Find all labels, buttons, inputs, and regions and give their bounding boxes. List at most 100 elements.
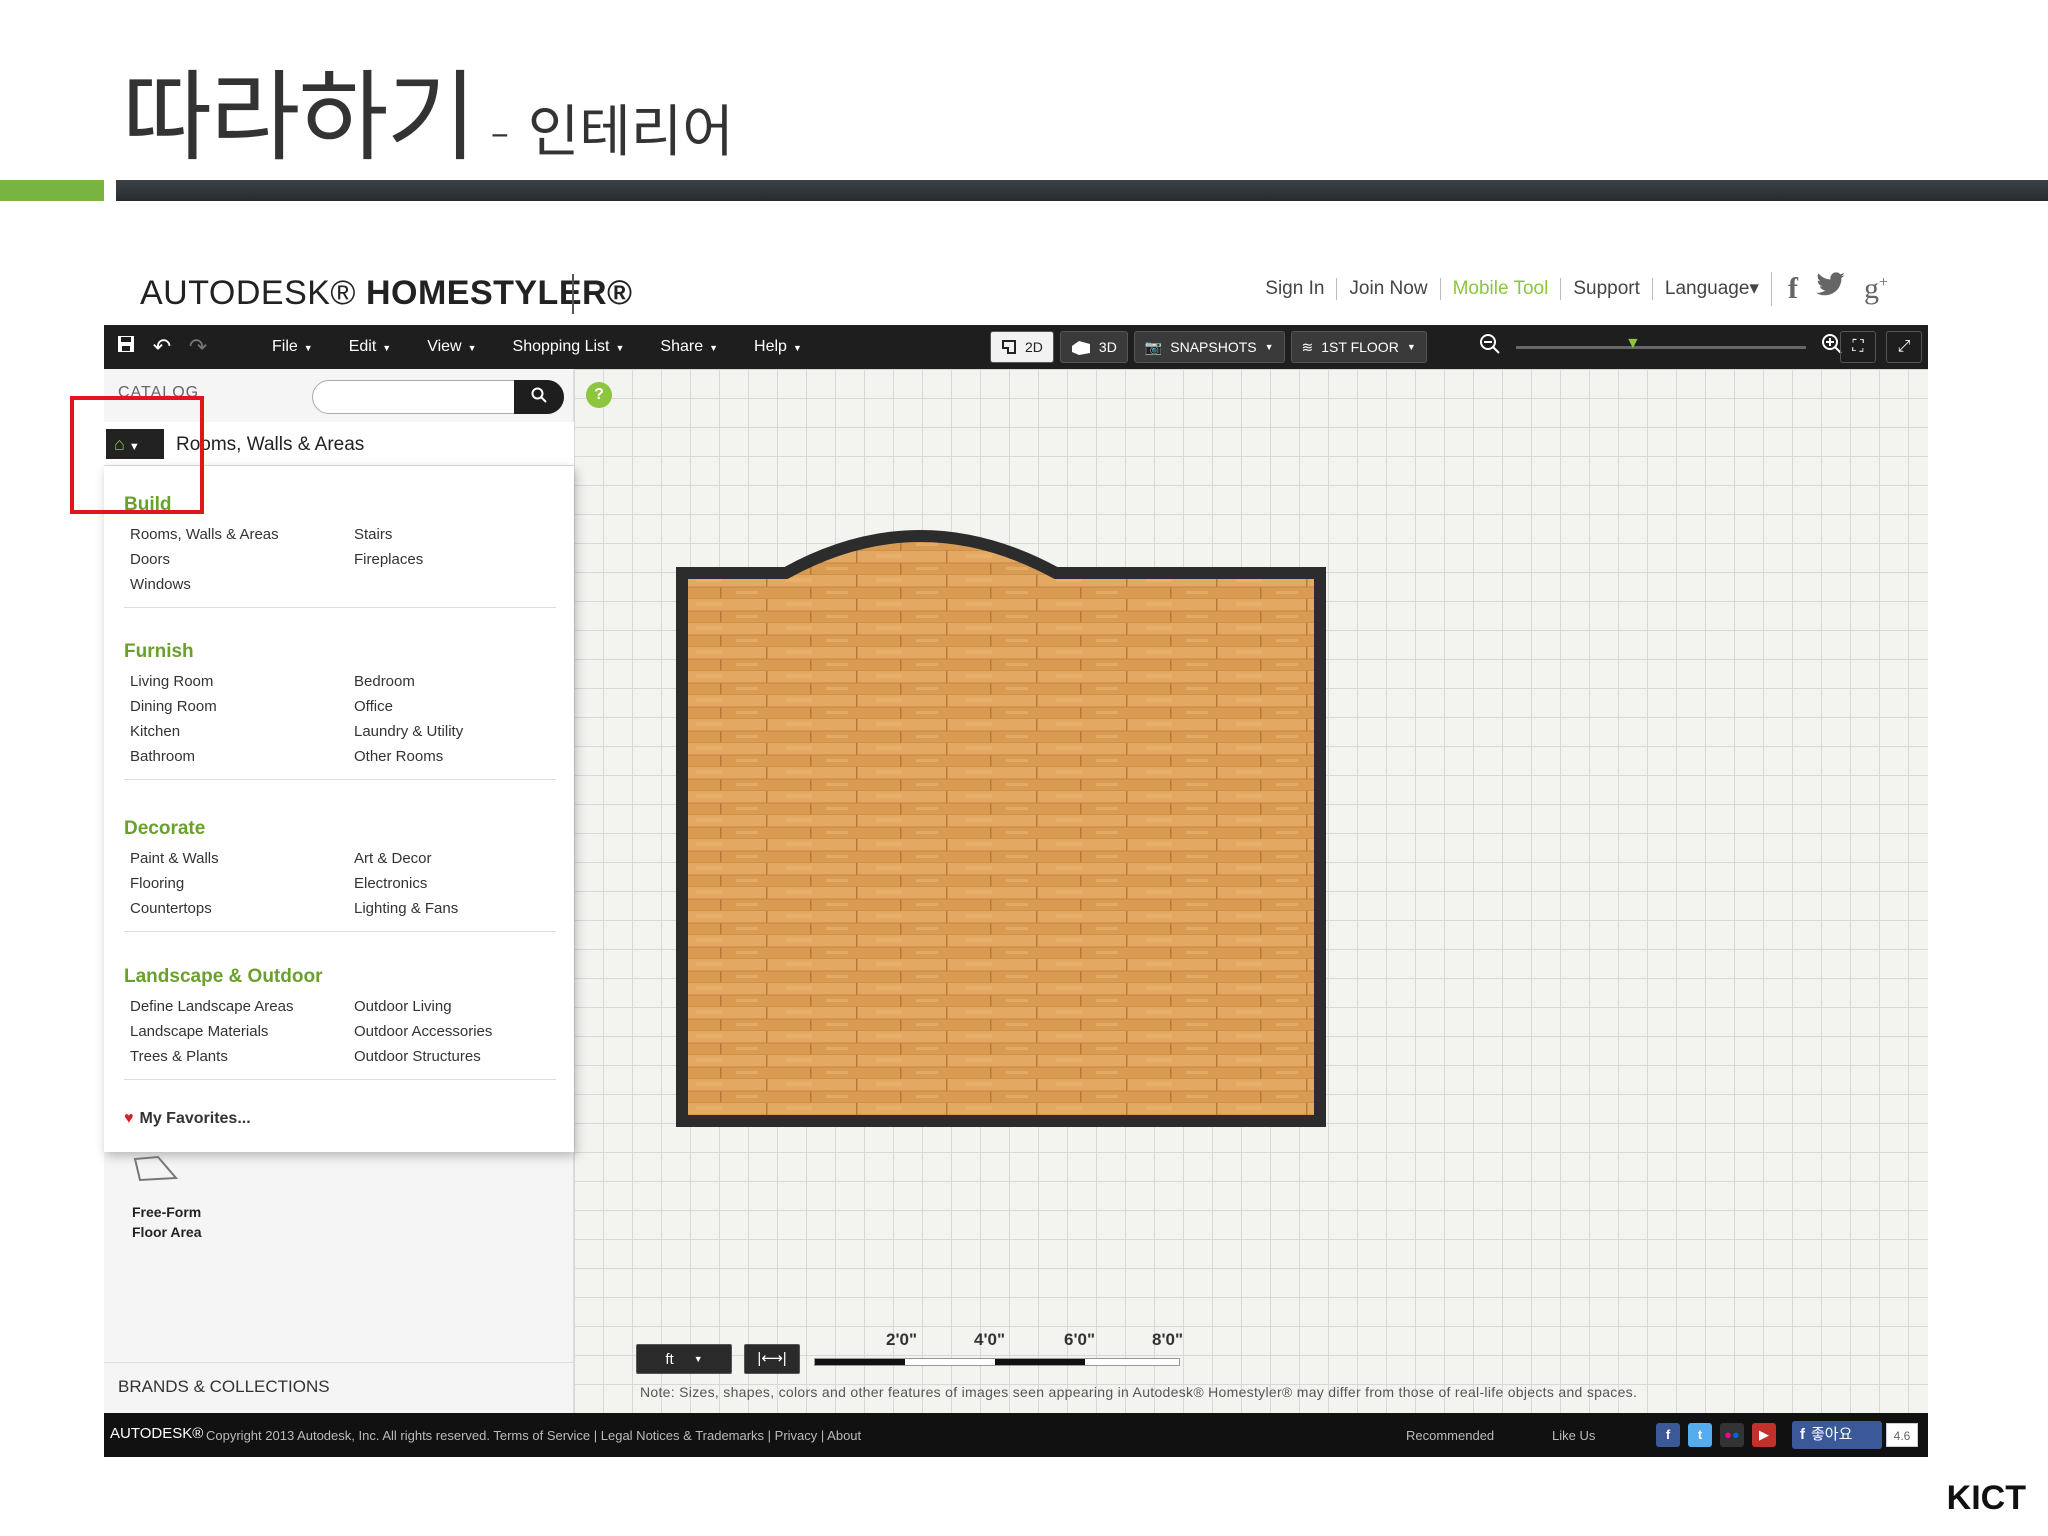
- freeform-label-line2: Floor Area: [132, 1224, 202, 1240]
- zoom-control: ▼: [1474, 331, 1848, 363]
- footer-copyright: Copyright 2013 Autodesk, Inc. All rights…: [206, 1428, 862, 1443]
- category-item[interactable]: Lighting & Fans: [354, 900, 554, 917]
- undo-icon[interactable]: ↶: [148, 333, 176, 361]
- my-favorites-label: My Favorites...: [139, 1110, 251, 1127]
- save-icon[interactable]: [112, 333, 140, 361]
- screen-controls: ⛶ ⤢: [1840, 331, 1922, 363]
- menu-edit-label: Edit: [348, 338, 377, 355]
- slide-title: 따라하기 - 인테리어: [122, 38, 734, 180]
- facebook-like-button[interactable]: f 좋아요: [1792, 1421, 1882, 1449]
- category-item[interactable]: Bathroom: [130, 748, 354, 765]
- zoom-slider[interactable]: ▼: [1516, 335, 1806, 351]
- language-dropdown[interactable]: Language▾: [1651, 278, 1771, 300]
- footer-recommended: Recommended: [1406, 1428, 1495, 1443]
- category-item[interactable]: Define Landscape Areas: [130, 998, 354, 1015]
- snapshots-label: SNAPSHOTS: [1170, 339, 1257, 355]
- ruler-segment: [815, 1359, 905, 1365]
- category-item[interactable]: Outdoor Accessories: [354, 1023, 554, 1040]
- category-item[interactable]: Windows: [130, 576, 354, 593]
- twitter-icon[interactable]: [1815, 272, 1846, 306]
- menu-share[interactable]: Share ▼: [642, 338, 736, 356]
- fit-view-icon[interactable]: ⛶: [1840, 331, 1876, 363]
- fullscreen-icon[interactable]: ⤢: [1886, 331, 1922, 363]
- snapshots-button[interactable]: 📷 SNAPSHOTS ▼: [1133, 331, 1285, 363]
- section-landscape-outdoor: Landscape & Outdoor Define Landscape Are…: [124, 966, 556, 1080]
- menu-help[interactable]: Help ▼: [736, 338, 820, 356]
- house-3d-icon: [1071, 341, 1090, 355]
- scale-label: 2'0": [886, 1330, 918, 1349]
- category-item[interactable]: Office: [354, 698, 554, 715]
- mobile-tool-link[interactable]: Mobile Tool: [1439, 278, 1561, 300]
- section-furnish: Furnish Living Room Bedroom Dining Room …: [124, 641, 556, 780]
- category-item[interactable]: Outdoor Living: [354, 998, 554, 1015]
- brands-collections-tab[interactable]: BRANDS & COLLECTIONS: [104, 1362, 574, 1412]
- floor-label: 1ST FLOOR: [1321, 339, 1399, 355]
- view-3d-label: 3D: [1098, 339, 1117, 355]
- scale-label: 6'0": [1064, 1330, 1096, 1349]
- support-link[interactable]: Support: [1560, 278, 1652, 300]
- like-count: 4.6: [1886, 1423, 1918, 1447]
- redo-icon[interactable]: ↷: [184, 333, 212, 361]
- menu-help-label: Help: [754, 338, 787, 355]
- category-item[interactable]: Doors: [130, 551, 354, 568]
- measure-tool-button[interactable]: |⟷|: [744, 1344, 800, 1374]
- menu-file[interactable]: File ▼: [254, 338, 331, 356]
- category-item[interactable]: Trees & Plants: [130, 1048, 354, 1065]
- current-category-label: Rooms, Walls & Areas: [176, 434, 365, 455]
- youtube-icon[interactable]: ▶: [1752, 1423, 1776, 1447]
- facebook-icon[interactable]: f: [1656, 1423, 1680, 1447]
- twitter-icon[interactable]: t: [1688, 1423, 1712, 1447]
- menu-shopping-list-label: Shopping List: [512, 338, 610, 355]
- category-item[interactable]: Landscape Materials: [130, 1023, 354, 1040]
- floorplan-icon: [1002, 340, 1016, 354]
- menu-shopping-list[interactable]: Shopping List ▼: [495, 338, 643, 356]
- category-item[interactable]: Living Room: [130, 673, 354, 690]
- category-item[interactable]: Electronics: [354, 875, 554, 892]
- google-plus-icon[interactable]: g+: [1864, 272, 1888, 306]
- zoom-slider-knob[interactable]: ▼: [1625, 335, 1641, 351]
- footer-like-us: Like Us: [1552, 1428, 1596, 1443]
- category-item[interactable]: Dining Room: [130, 698, 354, 715]
- disclaimer-note: Note: Sizes, shapes, colors and other fe…: [640, 1384, 1638, 1400]
- units-dropdown[interactable]: ft ▼: [636, 1344, 732, 1374]
- zoom-out-icon[interactable]: [1474, 333, 1506, 361]
- search-icon[interactable]: [514, 380, 564, 414]
- floorplan-canvas[interactable]: [574, 369, 1928, 1413]
- view-3d-button[interactable]: 3D: [1059, 331, 1128, 363]
- footer-social-icons: f t ●● ▶: [1656, 1423, 1776, 1447]
- view-2d-button[interactable]: 2D: [990, 331, 1054, 363]
- menu-edit[interactable]: Edit ▼: [331, 338, 410, 356]
- category-item[interactable]: Laundry & Utility: [354, 723, 554, 740]
- floor-selector[interactable]: ≋ 1ST FLOOR ▼: [1290, 331, 1427, 363]
- category-item[interactable]: Bedroom: [354, 673, 554, 690]
- org-logo: KICT: [1946, 1479, 2026, 1517]
- divider: [124, 931, 556, 932]
- room-floor-shape[interactable]: [676, 527, 1326, 1127]
- menu-bar: File ▼ Edit ▼ View ▼ Shopping List ▼ Share ▼ …: [254, 338, 820, 356]
- units-label: ft: [665, 1350, 674, 1368]
- category-item[interactable]: Countertops: [130, 900, 354, 917]
- scale-ruler: [814, 1358, 1180, 1366]
- help-icon[interactable]: ?: [586, 382, 612, 408]
- category-item[interactable]: Rooms, Walls & Areas: [130, 526, 354, 543]
- category-item[interactable]: Kitchen: [130, 723, 354, 740]
- flickr-icon[interactable]: ●●: [1720, 1423, 1744, 1447]
- freeform-label-line1: Free-Form: [132, 1204, 202, 1220]
- category-item[interactable]: Fireplaces: [354, 551, 554, 568]
- category-item[interactable]: Paint & Walls: [130, 850, 354, 867]
- category-item[interactable]: Other Rooms: [354, 748, 554, 765]
- sign-in-link[interactable]: Sign In: [1253, 278, 1336, 300]
- join-now-link[interactable]: Join Now: [1336, 278, 1439, 300]
- freeform-area-label[interactable]: Free-Form Floor Area: [132, 1202, 202, 1242]
- category-item[interactable]: Outdoor Structures: [354, 1048, 554, 1065]
- category-item[interactable]: Flooring: [130, 875, 354, 892]
- my-favorites-link[interactable]: ♥ My Favorites...: [124, 1110, 251, 1128]
- category-item[interactable]: Art & Decor: [354, 850, 554, 867]
- app-footer: AUTODESK® Copyright 2013 Autodesk, Inc. …: [104, 1413, 1928, 1457]
- facebook-icon[interactable]: f: [1788, 272, 1798, 306]
- homestyler-screenshot: AUTODESK® HOMESTYLER® Sign In Join Now M…: [104, 250, 1928, 1462]
- scale-label: 4'0": [974, 1330, 1006, 1349]
- freeform-area-icon[interactable]: [132, 1156, 178, 1182]
- category-item[interactable]: Stairs: [354, 526, 554, 543]
- menu-view[interactable]: View ▼: [409, 338, 494, 356]
